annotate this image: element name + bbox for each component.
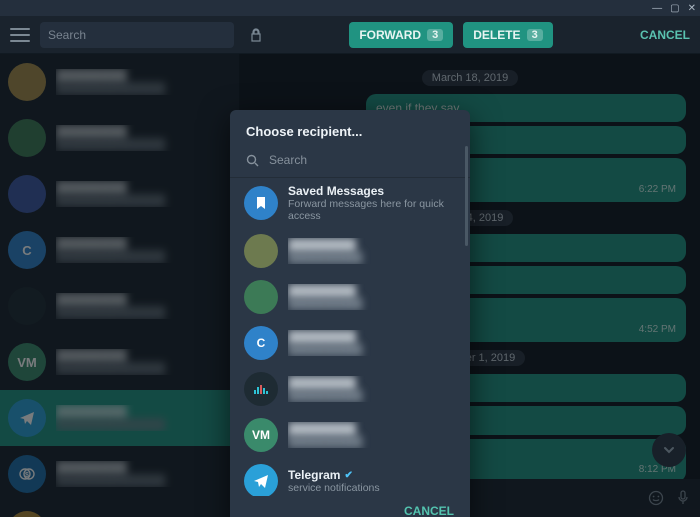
modal-title: Choose recipient... xyxy=(230,110,470,147)
recipient-sub: ██████████ xyxy=(288,436,456,448)
recipient-sub: service notifications xyxy=(288,482,456,494)
delete-count-badge: 3 xyxy=(527,29,543,41)
search-icon xyxy=(246,154,259,167)
recipient-avatar xyxy=(244,234,278,268)
top-toolbar: Search FORWARD 3 DELETE 3 CANCEL xyxy=(0,16,700,54)
recipient-item[interactable]: ██████████████████ xyxy=(230,366,470,412)
topbar-left: Search xyxy=(0,22,240,48)
recipient-sub: Forward messages here for quick access xyxy=(288,198,456,222)
recipient-item[interactable]: C ██████████████████ xyxy=(230,320,470,366)
window-minimize-button[interactable]: — xyxy=(652,3,662,14)
window-titlebar: — ▢ ✕ xyxy=(0,0,700,16)
recipient-sub: ██████████ xyxy=(288,252,456,264)
forward-button[interactable]: FORWARD 3 xyxy=(349,22,453,48)
recipient-name: Telegram ✔ xyxy=(288,468,456,482)
recipient-item[interactable]: VM ██████████████████ xyxy=(230,412,470,458)
choose-recipient-modal: Choose recipient... Search Saved Message… xyxy=(230,110,470,517)
forward-count-badge: 3 xyxy=(427,29,443,41)
recipient-item[interactable]: ██████████████████ xyxy=(230,228,470,274)
modal-search-input[interactable]: Search xyxy=(269,153,307,167)
recipient-name: ████████ xyxy=(288,330,456,344)
recipient-avatar xyxy=(244,186,278,220)
recipient-name: ████████ xyxy=(288,284,456,298)
app-window: — ▢ ✕ Search FORWARD 3 DELETE 3 CANCEL █… xyxy=(0,0,700,517)
delete-button[interactable]: DELETE 3 xyxy=(463,22,552,48)
forward-label: FORWARD xyxy=(359,28,421,42)
recipient-name: ████████ xyxy=(288,238,456,252)
modal-overlay[interactable]: Choose recipient... Search Saved Message… xyxy=(0,54,700,517)
menu-button[interactable] xyxy=(10,28,30,42)
recipient-name: ████████ xyxy=(288,376,456,390)
recipient-avatar: C xyxy=(244,326,278,360)
delete-label: DELETE xyxy=(473,28,520,42)
app-body: ████████████████████████████████████████… xyxy=(0,54,700,517)
recipient-avatar xyxy=(244,280,278,314)
recipient-sub: ██████████ xyxy=(288,390,456,402)
recipient-avatar xyxy=(244,464,278,496)
window-close-button[interactable]: ✕ xyxy=(688,3,696,14)
recipient-avatar xyxy=(244,372,278,406)
modal-search-row: Search xyxy=(230,147,470,177)
recipient-item[interactable]: ██████████████████ xyxy=(230,274,470,320)
recipient-avatar: VM xyxy=(244,418,278,452)
recipient-sub: ██████████ xyxy=(288,298,456,310)
modal-cancel-button[interactable]: CANCEL xyxy=(404,504,454,517)
recipient-name: ████████ xyxy=(288,422,456,436)
scrollbar-thumb[interactable] xyxy=(465,177,468,246)
recipient-name: Saved Messages xyxy=(288,184,456,198)
recipient-sub: ██████████ xyxy=(288,344,456,356)
chat-search-input[interactable]: Search xyxy=(40,22,234,48)
topbar-right: FORWARD 3 DELETE 3 CANCEL xyxy=(240,22,700,48)
lock-icon[interactable] xyxy=(250,28,262,42)
selection-cancel-button[interactable]: CANCEL xyxy=(640,28,690,42)
recipient-item[interactable]: Telegram ✔service notifications xyxy=(230,458,470,496)
modal-footer: CANCEL xyxy=(230,496,470,517)
recipient-list[interactable]: Saved MessagesForward messages here for … xyxy=(230,177,470,496)
window-maximize-button[interactable]: ▢ xyxy=(670,3,679,14)
recipient-item[interactable]: Saved MessagesForward messages here for … xyxy=(230,178,470,228)
verified-icon: ✔ xyxy=(344,470,352,481)
